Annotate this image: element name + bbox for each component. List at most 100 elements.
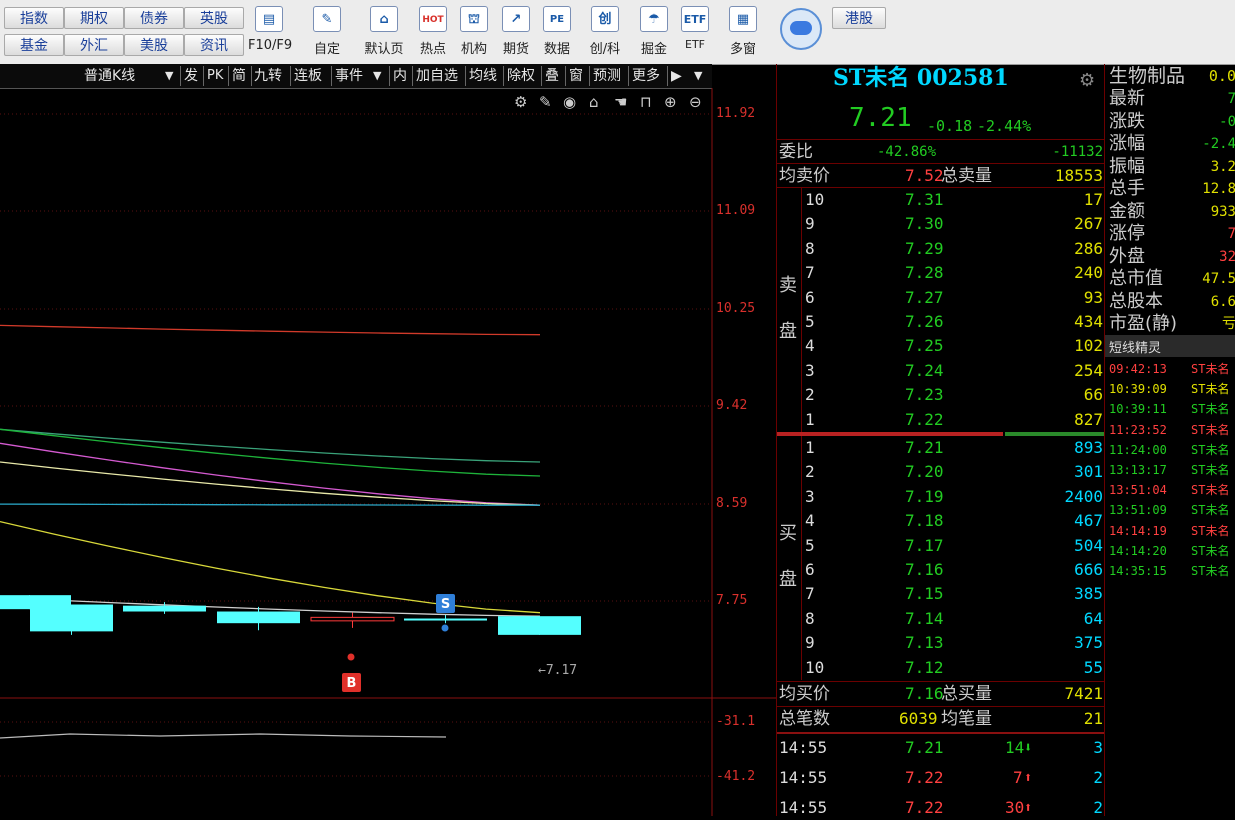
more-dropdown-icon[interactable]: ▼: [694, 66, 702, 86]
buy-price[interactable]: 7.13: [905, 631, 944, 655]
buy-price[interactable]: 7.18: [905, 509, 944, 533]
custom-button[interactable]: ✎ 自定: [306, 6, 348, 60]
buy-level: 6: [805, 560, 815, 579]
us-stocks-button[interactable]: 美股: [124, 34, 184, 56]
kline-type-select[interactable]: 普通K线: [84, 66, 135, 86]
settings-gear-icon[interactable]: ⚙: [514, 93, 527, 111]
signal-stock[interactable]: ST未名: [1191, 359, 1229, 379]
sell-price[interactable]: 7.25: [905, 334, 944, 358]
multi-window-button[interactable]: ▦ 多窗: [722, 6, 764, 60]
panel-settings-gear-icon[interactable]: ⚙: [1079, 70, 1095, 91]
signal-stock[interactable]: ST未名: [1191, 440, 1229, 460]
dig-gold-button[interactable]: ☂ 掘金: [633, 6, 675, 60]
eye-icon[interactable]: ◉: [563, 93, 576, 111]
sell-price[interactable]: 7.26: [905, 310, 944, 334]
funds-button[interactable]: 基金: [4, 34, 64, 56]
hand-icon[interactable]: ☚: [614, 93, 627, 111]
sell-price[interactable]: 7.23: [905, 383, 944, 407]
signal-time[interactable]: 13:51:09: [1109, 500, 1167, 520]
zoom-in-icon[interactable]: ⊕: [664, 93, 677, 111]
bonds-button[interactable]: 债券: [124, 7, 184, 29]
signal-stock[interactable]: ST未名: [1191, 561, 1229, 581]
lock-icon[interactable]: ⊓: [640, 93, 652, 111]
signal-time[interactable]: 11:24:00: [1109, 440, 1167, 460]
hk-stocks-button[interactable]: 港股: [832, 7, 886, 29]
ex-rights-tool[interactable]: 除权: [507, 66, 535, 86]
assistant-robot-icon[interactable]: [780, 8, 822, 50]
signal-time[interactable]: 11:23:52: [1109, 420, 1167, 440]
simple-tool[interactable]: 简: [232, 66, 246, 86]
add-watchlist-tool[interactable]: 加自选: [416, 66, 458, 86]
signal-stock[interactable]: ST未名: [1191, 480, 1229, 500]
more-tool[interactable]: 更多: [632, 66, 660, 86]
signal-stock[interactable]: ST未名: [1191, 541, 1229, 561]
play-arrow-icon[interactable]: ▶: [671, 66, 682, 86]
window-tool[interactable]: 窗: [569, 66, 583, 86]
forex-button[interactable]: 外汇: [64, 34, 124, 56]
buy-price[interactable]: 7.16: [905, 558, 944, 582]
signal-time[interactable]: 14:14:19: [1109, 521, 1167, 541]
avg-buy-label: 均买价: [779, 684, 830, 704]
info-field-value: 7: [1227, 91, 1235, 107]
kline-dropdown-icon[interactable]: ▼: [165, 66, 173, 86]
sprite-header[interactable]: 短线精灵: [1105, 335, 1235, 357]
overlay-tool[interactable]: 叠: [545, 66, 559, 86]
news-button[interactable]: 资讯: [184, 34, 244, 56]
signal-time[interactable]: 13:51:04: [1109, 480, 1167, 500]
default-page-button[interactable]: ⌂ 默认页: [363, 6, 405, 60]
sell-price[interactable]: 7.29: [905, 237, 944, 261]
signal-stock[interactable]: ST未名: [1191, 500, 1229, 520]
sell-marker[interactable]: S: [436, 594, 455, 632]
pen-icon[interactable]: ✎: [539, 93, 552, 111]
ma-tool[interactable]: 均线: [469, 66, 497, 86]
kline-chart[interactable]: S B ←7.17 ⚙ ✎ ◉ ⌂ ☚ ⊓ ⊕ ⊖: [0, 88, 776, 816]
signal-stock[interactable]: ST未名: [1191, 460, 1229, 480]
signal-stock[interactable]: ST未名: [1191, 379, 1229, 399]
index-button[interactable]: 指数: [4, 7, 64, 29]
weibi-label: 委比: [779, 142, 813, 162]
uk-stocks-button[interactable]: 英股: [184, 7, 244, 29]
signal-time[interactable]: 14:35:15: [1109, 561, 1167, 581]
sell-price[interactable]: 7.27: [905, 286, 944, 310]
buy-price[interactable]: 7.17: [905, 534, 944, 558]
buy-price[interactable]: 7.21: [905, 436, 944, 460]
buy-price[interactable]: 7.15: [905, 582, 944, 606]
forecast-tool[interactable]: 预测: [593, 66, 621, 86]
buy-marker[interactable]: B: [342, 653, 361, 693]
event-tool[interactable]: 事件: [335, 66, 363, 86]
pk-tool[interactable]: PK: [207, 66, 223, 86]
signal-time[interactable]: 13:13:17: [1109, 460, 1167, 480]
f10-button[interactable]: ▤ F10/F9: [248, 6, 292, 60]
chuang-ke-button[interactable]: 创 创/科: [584, 6, 626, 60]
signal-stock[interactable]: ST未名: [1191, 521, 1229, 541]
info-field-value: 亏: [1222, 316, 1235, 332]
buy-price[interactable]: 7.14: [905, 607, 944, 631]
options-button[interactable]: 期权: [64, 7, 124, 29]
signal-time[interactable]: 14:14:20: [1109, 541, 1167, 561]
basket-icon[interactable]: ⌂: [589, 93, 599, 111]
signal-time[interactable]: 10:39:09: [1109, 379, 1167, 399]
buy-price[interactable]: 7.20: [905, 460, 944, 484]
data-button[interactable]: PE 数据: [536, 6, 578, 60]
sell-price[interactable]: 7.28: [905, 261, 944, 285]
consecutive-limit-tool[interactable]: 连板: [294, 66, 322, 86]
publish-tool[interactable]: 发: [184, 66, 198, 86]
sell-price[interactable]: 7.30: [905, 212, 944, 236]
zoom-out-icon[interactable]: ⊖: [689, 93, 702, 111]
signal-time[interactable]: 10:39:11: [1109, 399, 1167, 419]
futures-button[interactable]: ↗ 期货: [495, 6, 537, 60]
nine-turn-tool[interactable]: 九转: [254, 66, 282, 86]
etf-button[interactable]: ETF ETF: [674, 6, 716, 60]
signal-time[interactable]: 09:42:13: [1109, 359, 1167, 379]
buy-price[interactable]: 7.19: [905, 485, 944, 509]
sell-price[interactable]: 7.31: [905, 188, 944, 212]
sell-price[interactable]: 7.24: [905, 359, 944, 383]
buy-price[interactable]: 7.12: [905, 656, 944, 680]
hot-button[interactable]: HOT 热点: [412, 6, 454, 60]
inner-tool[interactable]: 内: [393, 66, 407, 86]
signal-stock[interactable]: ST未名: [1191, 399, 1229, 419]
sell-price[interactable]: 7.22: [905, 408, 944, 432]
event-dropdown-icon[interactable]: ▼: [373, 66, 381, 86]
institution-button[interactable]: ⛫ 机构: [453, 6, 495, 60]
signal-stock[interactable]: ST未名: [1191, 420, 1229, 440]
